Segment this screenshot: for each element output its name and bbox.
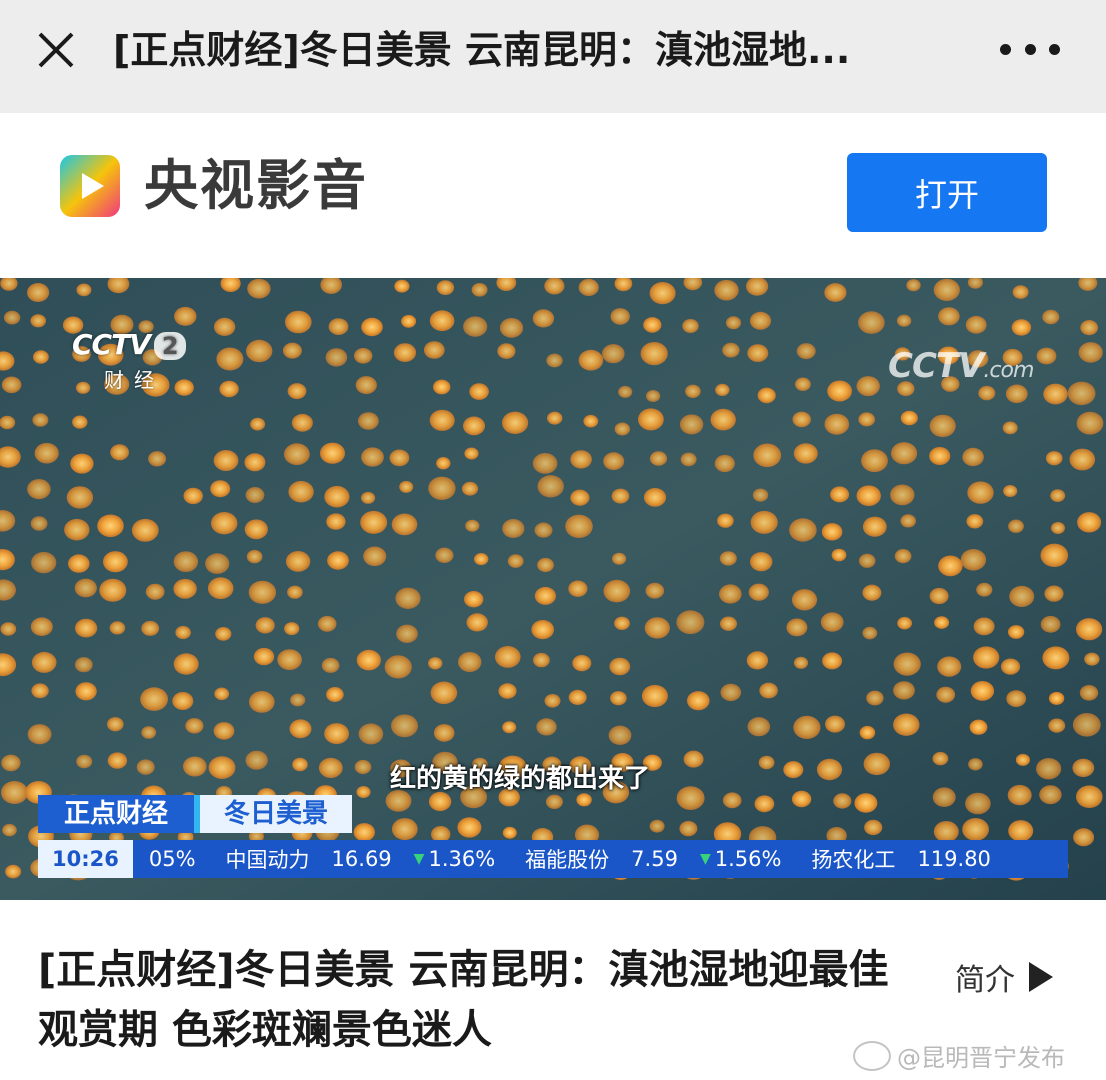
more-dots-icon[interactable] <box>1000 40 1060 58</box>
stock-ticker: 10:26 05% 中国动力 16.69 ▼ 1.36% 福能股份 7.59 ▼… <box>38 840 1068 878</box>
intro-button[interactable]: 简介 <box>955 955 1053 999</box>
cctv-channel-logo: CCTV 2 <box>72 328 186 361</box>
close-icon[interactable] <box>34 28 78 72</box>
ticker-stock-price: 16.69 <box>331 847 392 871</box>
ticker-stock-change: 1.56% <box>714 847 782 871</box>
page-title: [正点财经]冬日美景 云南昆明：滇池湿地... <box>113 28 851 72</box>
ticker-stock-name: 中国动力 <box>225 848 310 872</box>
ticker-lead-value: 05% <box>148 847 196 871</box>
channel-subtitle: 财经 <box>104 368 164 392</box>
app-name: 央视影音 <box>144 154 368 217</box>
app-logo-icon <box>60 155 120 217</box>
program-name: 正点财经 <box>38 795 195 833</box>
weibo-icon <box>853 1040 891 1071</box>
ticker-stock-price: 119.80 <box>917 847 991 871</box>
ticker-stock-name: 扬农化工 <box>811 848 896 872</box>
article-title: [正点财经]冬日美景 云南昆明：滇池湿地迎最佳观赏期 色彩斑斓景色迷人 <box>38 947 889 1053</box>
ticker-stock-name: 福能股份 <box>525 848 610 872</box>
down-arrow-icon: ▼ <box>699 851 711 867</box>
ticker-stock-price: 7.59 <box>631 847 678 871</box>
video-player[interactable]: CCTV 2 财经 CCTV.com 红的黄的绿的都出来了 正点财经 冬日美景 1… <box>0 278 1106 900</box>
play-triangle-icon <box>1029 962 1053 992</box>
ticker-stock-change: 1.36% <box>428 847 496 871</box>
open-app-button[interactable]: 打开 <box>847 153 1047 232</box>
intro-label: 简介 <box>955 963 1015 998</box>
down-arrow-icon: ▼ <box>413 851 425 867</box>
program-tag: 正点财经 冬日美景 <box>38 795 353 833</box>
weibo-watermark: @昆明晋宁发布 <box>853 1038 1065 1073</box>
ticker-time: 10:26 <box>38 840 133 878</box>
video-subtitle: 红的黄的绿的都出来了 <box>390 764 651 794</box>
top-bar: [正点财经]冬日美景 云南昆明：滇池湿地... <box>0 0 1106 113</box>
segment-name: 冬日美景 <box>194 795 353 833</box>
cctv-watermark: CCTV.com <box>888 346 1034 386</box>
app-download-banner: 央视影音 打开 <box>0 113 1106 278</box>
